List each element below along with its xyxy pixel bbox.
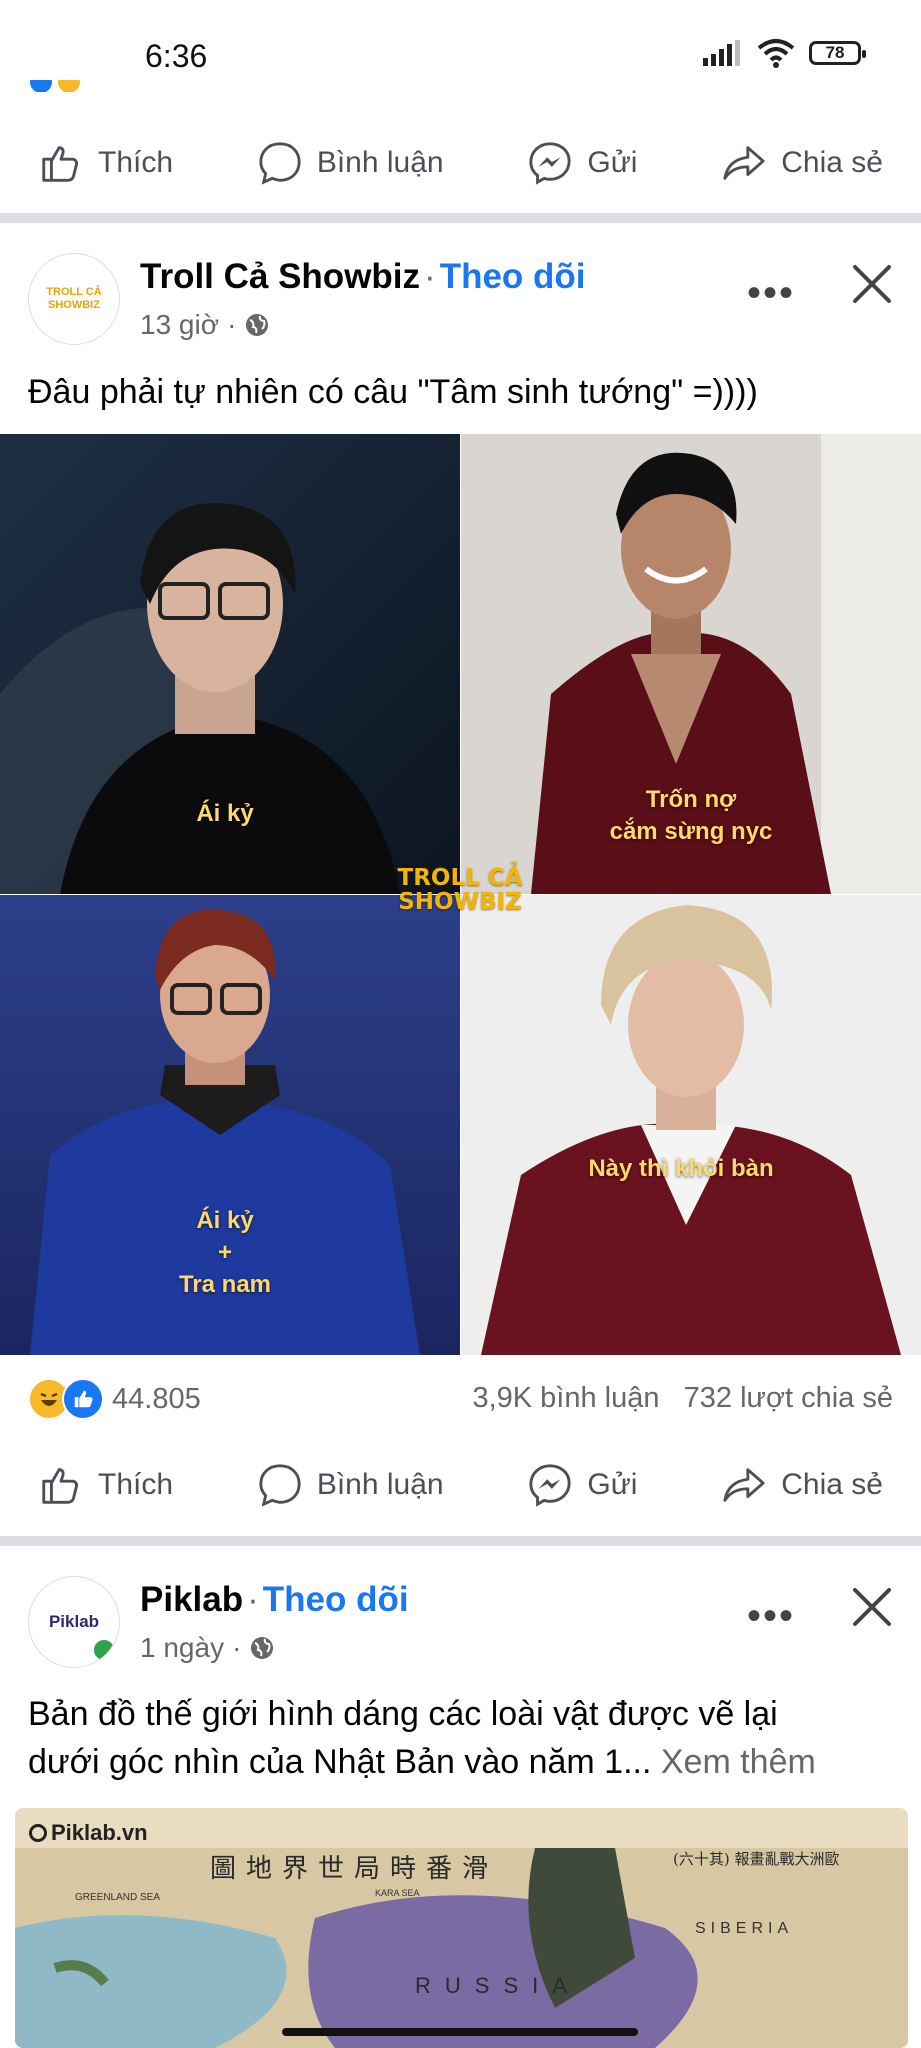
post-image-collage[interactable]: Ái kỷ Trốn nợ cắm sừng nyc Ái kỷ + Tra n… (0, 434, 921, 1355)
share-label: Chia sẻ (781, 146, 883, 179)
caption-line: dưới góc nhìn của Nhật Bản vào năm 1... (28, 1743, 652, 1781)
more-options-button[interactable]: ••• (747, 271, 795, 316)
post-time[interactable]: 13 giờ (140, 309, 219, 341)
caption-tag-line: Trốn nợ (645, 786, 737, 813)
comment-icon (259, 1464, 301, 1507)
watermark-line: SHOWBIZ (398, 889, 522, 915)
image-brand-label: Piklab.vn (51, 1820, 148, 1845)
photo-bottom-right: Này thì khỏi bàn (461, 895, 921, 1355)
comment-label: Bình luận (316, 146, 444, 179)
comment-button[interactable]: Bình luận (257, 140, 444, 186)
page-name[interactable]: Troll Cả Showbiz (140, 257, 420, 296)
online-status-dot (91, 1637, 117, 1663)
post-stats: 44.805 3,9K bình luận 732 lượt chia sẻ (0, 1370, 921, 1426)
thumbs-up-icon (42, 1468, 78, 1504)
wifi-icon (757, 39, 795, 68)
caption-tag-line: + (217, 1239, 232, 1266)
post-caption: Bản đồ thế giới hình dáng các loài vật đ… (28, 1690, 898, 1786)
map-label-greenland: GREENLAND SEA (75, 1892, 161, 1903)
caption-tag: Trốn nợ cắm sừng nyc (461, 784, 921, 848)
send-button[interactable]: Gửi (527, 1462, 637, 1508)
home-indicator[interactable] (282, 2028, 638, 2036)
follow-button[interactable]: Theo dõi (263, 1580, 409, 1619)
page-avatar[interactable]: TROLL CẢ SHOWBIZ (28, 253, 120, 345)
action-bar-previous: Thích Bình luận Gửi Chia sẻ (0, 118, 921, 208)
post-divider (0, 213, 921, 223)
avatar-logo: TROLL CẢ SHOWBIZ (46, 286, 102, 311)
post-header: TROLL CẢ SHOWBIZ Troll Cả Showbiz · Theo d… (0, 253, 921, 353)
more-options-button[interactable]: ••• (747, 1594, 795, 1639)
post-image-map[interactable]: Piklab.vn 圖地界世局時番滑 (六十其) 報畫亂戰大洲歐 GREENLA… (15, 1808, 908, 2048)
map-label-russia: RUSSIA (415, 1973, 581, 1998)
status-bar: 6:36 78 (0, 0, 921, 90)
map-subtitle: (六十其) 報畫亂戰大洲歐 (673, 1850, 840, 1868)
clock: 6:36 (145, 38, 208, 74)
caption-tag-line: Tra nam (178, 1271, 272, 1298)
page-name[interactable]: Piklab (140, 1580, 243, 1619)
messenger-icon (529, 1464, 571, 1507)
reactions-summary[interactable]: 44.805 (28, 1378, 201, 1420)
post-caption: Đâu phải tự nhiên có câu "Tâm sinh tướng… (28, 373, 758, 411)
post-divider (0, 1536, 921, 1546)
thumbs-up-icon (42, 146, 78, 182)
share-button[interactable]: Chia sẻ (721, 1462, 883, 1508)
comment-label: Bình luận (316, 1468, 444, 1501)
battery-level: 78 (825, 43, 845, 62)
map-label-siberia: SIBERIA (695, 1920, 794, 1937)
share-label: Chia sẻ (781, 1468, 883, 1501)
previous-post-reactions (30, 80, 90, 92)
caption-tag: Ái kỷ + Tra nam (0, 1205, 455, 1301)
see-more-link[interactable]: Xem thêm (661, 1743, 816, 1781)
caption-tag: Này thì khỏi bàn (588, 1155, 774, 1182)
send-label: Gửi (587, 1468, 638, 1501)
share-button[interactable]: Chia sẻ (721, 140, 883, 186)
send-label: Gửi (587, 146, 638, 179)
post-time[interactable]: 1 ngày (140, 1632, 224, 1664)
like-button[interactable]: Thích (38, 140, 173, 186)
share-count[interactable]: 732 lượt chia sẻ (684, 1382, 893, 1414)
reaction-count: 44.805 (112, 1382, 201, 1415)
comment-icon (259, 142, 301, 185)
action-bar: Thích Bình luận Gửi Chia sẻ (0, 1440, 921, 1530)
watermark-line: TROLL CẢ (397, 865, 523, 891)
share-arrow-icon (723, 146, 765, 180)
like-label: Thích (98, 146, 174, 179)
close-icon[interactable] (849, 261, 895, 307)
comment-button[interactable]: Bình luận (257, 1462, 444, 1508)
signal-icon (703, 40, 740, 66)
battery-icon: 78 (809, 41, 866, 65)
map-label-kara: KARA SEA (375, 1888, 420, 1898)
share-arrow-icon (723, 1468, 765, 1502)
messenger-icon (529, 142, 571, 185)
like-label: Thích (98, 1468, 174, 1501)
caption-tag-line: Ái kỷ (196, 1207, 254, 1234)
avatar-logo: Piklab (48, 1612, 100, 1631)
send-button[interactable]: Gửi (527, 140, 637, 186)
post-header: Piklab Piklab · Theo dõi 1 ngày · ••• (0, 1576, 921, 1676)
caption-tag-line: cắm sừng nyc (609, 818, 773, 845)
caption-line: Bản đồ thế giới hình dáng các loài vật đ… (28, 1695, 778, 1733)
watermark: TROLL CẢ SHOWBIZ (380, 866, 540, 914)
page-avatar[interactable]: Piklab (28, 1576, 120, 1668)
close-icon[interactable] (849, 1584, 895, 1630)
caption-tag: Ái kỷ (196, 800, 254, 827)
photo-top-left: Ái kỷ (0, 434, 460, 894)
like-button[interactable]: Thích (38, 1462, 173, 1508)
globe-icon (251, 1637, 274, 1659)
piklab-logo-icon (29, 1824, 47, 1842)
photo-bottom-left: Ái kỷ + Tra nam (0, 895, 460, 1355)
photo-top-right: Trốn nợ cắm sừng nyc (461, 434, 921, 894)
image-brand: Piklab.vn (29, 1820, 148, 1846)
comment-count[interactable]: 3,9K bình luận (472, 1382, 659, 1414)
follow-button[interactable]: Theo dõi (440, 257, 586, 296)
like-reaction-icon (62, 1378, 104, 1420)
globe-icon (246, 314, 269, 336)
map-title: 圖地界世局時番滑 (210, 1854, 499, 1884)
